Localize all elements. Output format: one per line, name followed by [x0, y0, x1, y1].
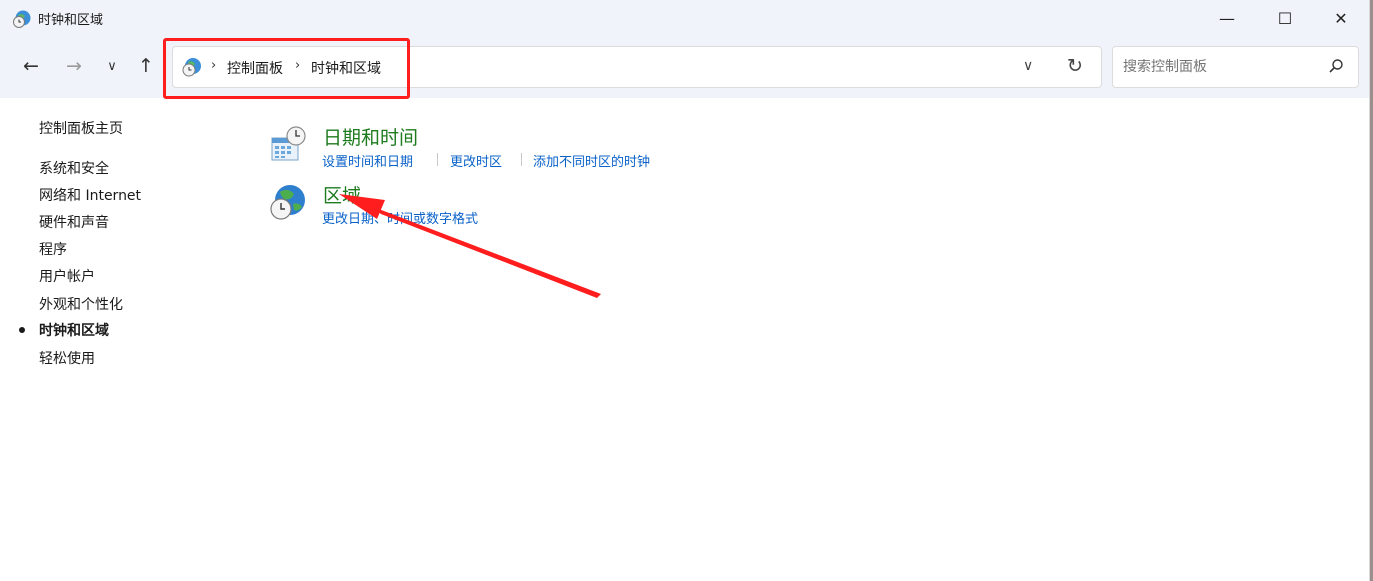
- link-add-clocks[interactable]: 添加不同时区的时钟: [533, 151, 650, 170]
- address-dropdown-chevron-icon[interactable]: ∨: [1023, 58, 1033, 74]
- close-button[interactable]: ✕: [1312, 0, 1370, 36]
- search-icon[interactable]: [1328, 58, 1344, 74]
- globe-clock-icon[interactable]: [268, 182, 308, 222]
- category-title-region[interactable]: 区域: [323, 181, 361, 208]
- calendar-clock-icon[interactable]: [268, 124, 308, 164]
- control-panel-window: 时钟和区域 — ☐ ✕ ← → ∨ ↑ › 控制面板 › 时钟和区域 ∨ ↻ 搜…: [0, 0, 1370, 581]
- sidebar-item-network-internet[interactable]: 网络和 Internet: [39, 185, 141, 205]
- sidebar-item-ease-of-access[interactable]: 轻松使用: [39, 348, 95, 368]
- sidebar: 控制面板主页 系统和安全 网络和 Internet 硬件和声音 程序 用户帐户 …: [0, 98, 240, 581]
- recent-locations-chevron-icon[interactable]: ∨: [99, 53, 125, 79]
- back-arrow-icon[interactable]: ←: [18, 53, 44, 79]
- sidebar-item-user-accounts[interactable]: 用户帐户: [39, 266, 95, 286]
- link-set-time-date[interactable]: 设置时间和日期: [322, 151, 413, 170]
- category-title-date-time[interactable]: 日期和时间: [323, 123, 418, 150]
- window-title: 时钟和区域: [38, 13, 104, 28]
- sidebar-item-appearance[interactable]: 外观和个性化: [39, 294, 123, 314]
- title-bar[interactable]: 时钟和区域 — ☐ ✕: [0, 0, 1369, 36]
- link-change-formats[interactable]: 更改日期、时间或数字格式: [322, 208, 478, 227]
- forward-arrow-icon[interactable]: →: [61, 53, 87, 79]
- sidebar-item-programs[interactable]: 程序: [39, 239, 67, 259]
- address-highlight-annotation: [163, 38, 410, 99]
- sidebar-item-clock-region[interactable]: 时钟和区域: [39, 320, 109, 340]
- search-box[interactable]: [1112, 46, 1359, 88]
- search-input[interactable]: [1123, 59, 1313, 75]
- link-separator: [437, 153, 438, 166]
- maximize-button[interactable]: ☐: [1256, 0, 1314, 36]
- minimize-button[interactable]: —: [1198, 0, 1256, 36]
- sidebar-item-hardware-sound[interactable]: 硬件和声音: [39, 212, 109, 232]
- refresh-icon[interactable]: ↻: [1067, 55, 1083, 77]
- link-separator: [521, 153, 522, 166]
- up-arrow-icon[interactable]: ↑: [133, 53, 159, 79]
- sidebar-item-control-panel-home[interactable]: 控制面板主页: [39, 118, 123, 138]
- link-change-time-zone[interactable]: 更改时区: [450, 151, 502, 170]
- sidebar-item-system-security[interactable]: 系统和安全: [39, 158, 109, 178]
- clock-globe-icon: [13, 10, 31, 28]
- active-bullet-icon: [19, 327, 25, 333]
